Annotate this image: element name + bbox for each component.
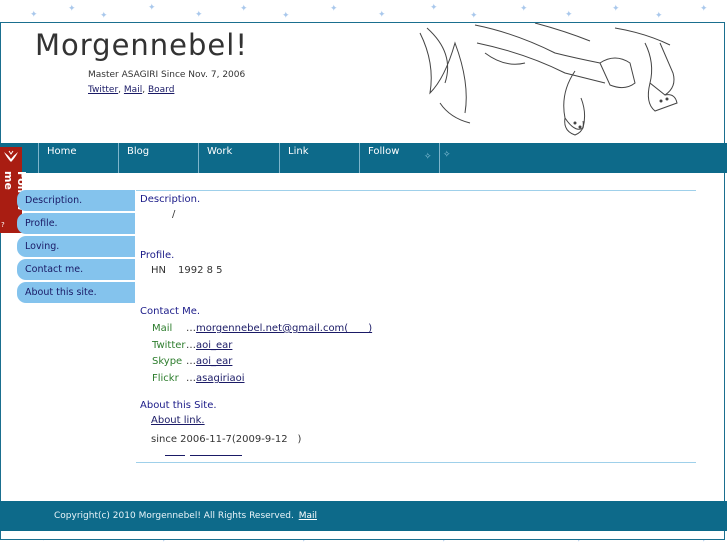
- link-separator: ,: [118, 85, 122, 95]
- contact-twitter-label: Twitter: [152, 340, 186, 351]
- sparkle-icon: ✧: [424, 152, 432, 162]
- nav-blog[interactable]: Blog: [118, 143, 198, 173]
- main-content: Description. / Profile. HN 1992 8 5 Cont…: [136, 190, 696, 464]
- description-heading: Description.: [140, 194, 201, 205]
- contact-flickr-link[interactable]: asagiriaoi: [196, 373, 245, 384]
- board-link[interactable]: Board: [148, 85, 174, 95]
- profile-heading: Profile.: [140, 250, 175, 261]
- nav-link[interactable]: Link: [279, 143, 359, 173]
- footer: Copyright(c) 2010 Morgennebel! All Right…: [0, 501, 727, 531]
- contact-mail-link[interactable]: morgennebel.net@gmail.com( ): [196, 323, 372, 334]
- nav-home[interactable]: Home: [38, 143, 118, 173]
- contact-ellipsis: …: [186, 373, 196, 384]
- bird-icon: [4, 150, 18, 162]
- sidebar-item-contact[interactable]: Contact me.: [17, 259, 135, 280]
- divider: [136, 190, 696, 191]
- copyright-label: Copyright(c) 2010 Morgennebel! All Right…: [54, 511, 294, 521]
- sidebar-item-description[interactable]: Description.: [17, 190, 135, 211]
- site-since-text: since 2006-11-7(2009-9-12 ): [151, 434, 302, 445]
- main-navbar: Home Blog Work Link Follow ✧ ✧: [0, 143, 727, 173]
- sidebar-item-profile[interactable]: Profile.: [17, 213, 135, 234]
- header-links: Twitter, Mail, Board: [88, 85, 174, 95]
- contact-mail-label: Mail: [152, 323, 173, 334]
- contact-ellipsis: …: [186, 356, 196, 367]
- contact-twitter-link[interactable]: aoi_ear: [196, 340, 232, 351]
- contact-heading: Contact Me.: [140, 306, 201, 317]
- blank-link[interactable]: [165, 455, 185, 456]
- contact-ellipsis: …: [186, 323, 196, 334]
- divider: [136, 462, 696, 463]
- site-title[interactable]: Morgennebel!: [35, 28, 248, 62]
- sparkle-icon: ✧: [443, 150, 451, 160]
- sidebar-nav: Description. Profile. Loving. Contact me…: [17, 190, 135, 305]
- contact-skype-link[interactable]: aoi_ear: [196, 356, 232, 367]
- copyright-text: Copyright(c) 2010 Morgennebel! All Right…: [54, 511, 317, 521]
- description-text: /: [172, 209, 176, 220]
- mail-link[interactable]: Mail: [124, 85, 142, 95]
- profile-hn: HN: [151, 265, 166, 276]
- nav-work[interactable]: Work: [198, 143, 278, 173]
- header-illustration: [419, 23, 678, 136]
- profile-birthdate: 1992 8 5: [178, 265, 223, 276]
- about-link[interactable]: About link.: [151, 415, 205, 426]
- contact-flickr-label: Flickr: [152, 373, 179, 384]
- about-heading: About this Site.: [140, 400, 217, 411]
- contact-ellipsis: …: [186, 340, 196, 351]
- link-separator: ,: [142, 85, 146, 95]
- help-icon[interactable]: ?: [1, 221, 5, 229]
- twitter-link[interactable]: Twitter: [88, 85, 118, 95]
- footer-mail-link[interactable]: Mail: [299, 511, 317, 521]
- nav-divider: [439, 143, 440, 173]
- contact-skype-label: Skype: [152, 356, 183, 367]
- sidebar-item-about[interactable]: About this site.: [17, 282, 135, 303]
- blank-link[interactable]: [190, 455, 242, 456]
- site-tagline: Master ASAGIRI Since Nov. 7, 2006: [88, 70, 246, 80]
- sidebar-item-loving[interactable]: Loving.: [17, 236, 135, 257]
